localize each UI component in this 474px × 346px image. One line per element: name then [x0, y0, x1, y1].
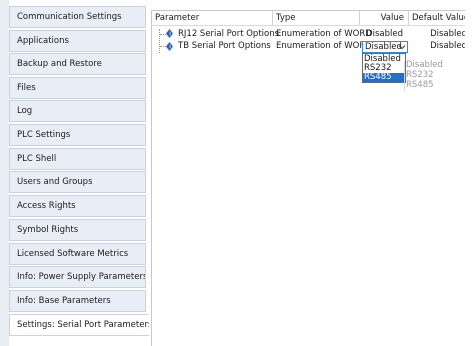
parameter-diamond-icon	[166, 42, 173, 51]
sidebar-item-backup-and-restore[interactable]: Backup and Restore	[9, 53, 146, 75]
sidebar-item-access-rights[interactable]: Access Rights	[9, 195, 146, 217]
sidebar-item-log[interactable]: Log	[9, 100, 146, 122]
sidebar-item-settings-serial-port-parameters[interactable]: Settings: Serial Port Parameters	[9, 314, 149, 336]
sidebar-item-plc-settings[interactable]: PLC Settings	[9, 124, 146, 146]
cell-default-value: Disabled	[430, 29, 467, 39]
column-header-parameter[interactable]: Parameter	[152, 11, 272, 25]
cell-parameter: RJ12 Serial Port Options	[178, 29, 280, 39]
cell-type: Enumeration of WORD	[276, 41, 372, 51]
chevron-down-icon[interactable]	[398, 43, 406, 51]
grid-header: Parameter Type Value Default Value	[152, 11, 474, 26]
faded-option-rs485: RS485	[406, 80, 434, 90]
column-header-value[interactable]: Value	[360, 11, 408, 25]
sidebar-item-users-and-groups[interactable]: Users and Groups	[9, 171, 146, 193]
faded-option-rs232: RS232	[406, 70, 434, 80]
value-combobox[interactable]: Disabled	[362, 41, 408, 53]
faded-dropdown-list: Disabled RS232 RS485	[404, 61, 443, 91]
parameter-diamond-icon	[166, 29, 173, 38]
cell-type: Enumeration of WORD	[276, 29, 372, 39]
faded-option-disabled: Disabled	[406, 60, 443, 70]
cell-parameter: TB Serial Port Options	[178, 41, 271, 51]
sidebar-item-info-power-supply-parameters[interactable]: Info: Power Supply Parameters	[9, 266, 146, 288]
device-parameters-view: Communication Settings Applications Back…	[0, 0, 474, 346]
value-dropdown-list[interactable]: Disabled RS232 RS485	[362, 53, 406, 83]
vertical-scrollbar[interactable]	[465, 0, 474, 346]
sidebar-item-plc-shell[interactable]: PLC Shell	[9, 148, 146, 170]
sidebar-item-licensed-software-metrics[interactable]: Licensed Software Metrics	[9, 243, 146, 265]
table-row[interactable]: TB Serial Port Options Enumeration of WO…	[0, 40, 467, 52]
sidebar-item-communication-settings[interactable]: Communication Settings	[9, 6, 146, 28]
combobox-selected-value: Disabled	[365, 42, 402, 52]
cell-default-value: Disabled	[430, 41, 467, 51]
table-row[interactable]: RJ12 Serial Port Options Enumeration of …	[0, 28, 467, 40]
sidebar-item-info-base-parameters[interactable]: Info: Base Parameters	[9, 290, 146, 312]
column-header-default-value[interactable]: Default Value	[409, 11, 471, 25]
column-header-type[interactable]: Type	[273, 11, 363, 25]
cell-value[interactable]: Disabled	[359, 28, 407, 40]
sidebar-item-files[interactable]: Files	[9, 77, 146, 99]
sidebar-item-symbol-rights[interactable]: Symbol Rights	[9, 219, 146, 241]
dropdown-option-rs485[interactable]: RS485	[363, 73, 405, 82]
